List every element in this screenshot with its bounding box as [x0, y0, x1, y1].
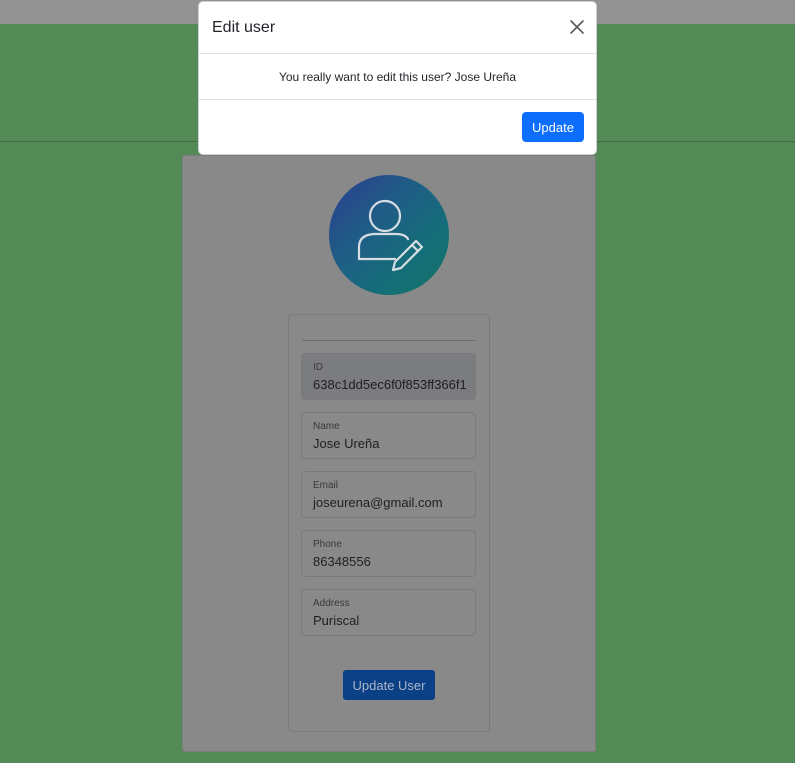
id-value: 638c1dd5ec6f0f853ff366f1	[313, 377, 467, 392]
name-label: Name	[313, 421, 340, 432]
email-label: Email	[313, 480, 339, 491]
modal-message: You really want to edit this user? Jose …	[278, 70, 517, 84]
modal-header: Edit user	[199, 2, 596, 54]
address-value[interactable]: Puriscal	[313, 613, 359, 628]
modal-title: Edit user	[212, 19, 276, 36]
name-value[interactable]: Jose Ureña	[313, 436, 379, 451]
name-field[interactable]: Name Jose Ureña	[301, 412, 476, 459]
id-field: ID 638c1dd5ec6f0f853ff366f1	[301, 353, 476, 400]
modal-body: You really want to edit this user? Jose …	[199, 54, 596, 100]
user-form: ID 638c1dd5ec6f0f853ff366f1 Name Jose Ur…	[288, 314, 490, 732]
modal-update-button[interactable]: Update	[522, 112, 584, 142]
user-edit-icon-svg	[357, 199, 424, 272]
user-edit-icon	[329, 175, 449, 295]
phone-label: Phone	[313, 539, 342, 550]
email-value[interactable]: joseurena@gmail.com	[313, 495, 443, 510]
phone-value[interactable]: 86348556	[313, 554, 371, 569]
update-user-button[interactable]: Update User	[343, 670, 435, 700]
address-label: Address	[313, 598, 350, 609]
close-icon[interactable]	[568, 18, 586, 36]
address-field[interactable]: Address Puriscal	[301, 589, 476, 636]
email-field[interactable]: Email joseurena@gmail.com	[301, 471, 476, 518]
edit-user-modal: Edit user You really want to edit this u…	[198, 1, 597, 155]
form-divider	[302, 340, 476, 341]
id-label: ID	[313, 362, 323, 373]
close-icon-svg	[570, 20, 584, 34]
edit-user-card: ID 638c1dd5ec6f0f853ff366f1 Name Jose Ur…	[182, 155, 596, 752]
phone-field[interactable]: Phone 86348556	[301, 530, 476, 577]
